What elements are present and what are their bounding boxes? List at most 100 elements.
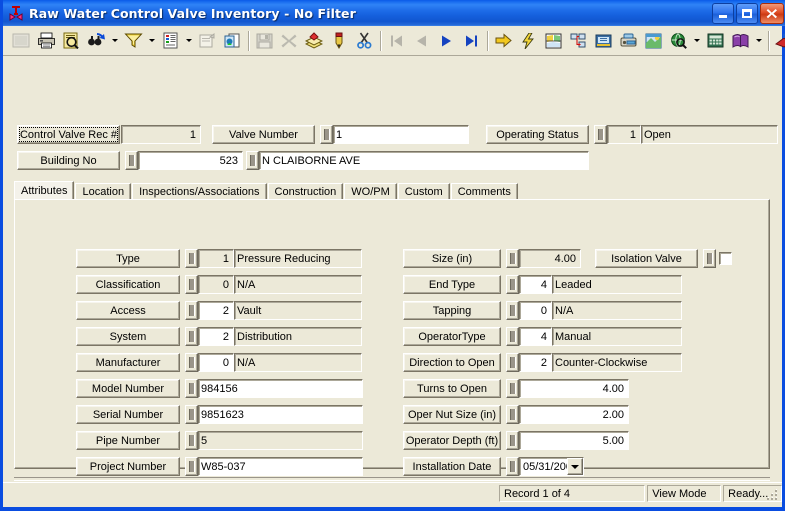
isolation-valve-checkbox[interactable]: [719, 252, 732, 265]
stack-icon[interactable]: [302, 29, 326, 52]
filter-dropdown-arrow[interactable]: [146, 29, 157, 52]
tree-icon[interactable]: [566, 29, 590, 52]
control-valve-rec-label[interactable]: Control Valve Rec #: [17, 125, 120, 144]
operating-status-code[interactable]: 1: [607, 125, 641, 144]
end-type-label[interactable]: End Type: [403, 275, 501, 294]
building-no-label[interactable]: Building No: [17, 151, 120, 170]
tab-custom[interactable]: Custom: [397, 183, 450, 200]
map-icon[interactable]: [541, 29, 565, 52]
oper-nut-size-lookup-button[interactable]: [506, 405, 519, 424]
end-type-code[interactable]: 4: [519, 275, 552, 294]
minimize-button[interactable]: [712, 2, 734, 24]
serial-number-value[interactable]: 9851623: [198, 405, 363, 424]
installation-date-label[interactable]: Installation Date: [403, 457, 501, 476]
street-name-value[interactable]: N CLAIBORNE AVE: [259, 151, 589, 170]
previous-record-icon[interactable]: [409, 29, 433, 52]
valve-number-label[interactable]: Valve Number: [212, 125, 315, 144]
model-number-label[interactable]: Model Number: [76, 379, 180, 398]
system-code[interactable]: 2: [198, 327, 234, 346]
access-label[interactable]: Access: [76, 301, 180, 320]
size-lookup-button[interactable]: [506, 249, 519, 268]
pipe-number-lookup-button[interactable]: [185, 431, 198, 450]
new-record-icon[interactable]: [9, 29, 33, 52]
globe-search-icon[interactable]: [666, 29, 690, 52]
oper-nut-size-value[interactable]: 2.00: [519, 405, 629, 424]
size-label[interactable]: Size (in): [403, 249, 501, 268]
resize-grip[interactable]: [765, 488, 779, 502]
edit-pencil-icon[interactable]: [327, 29, 351, 52]
project-number-lookup-button[interactable]: [185, 457, 198, 476]
find-dropdown-arrow[interactable]: [109, 29, 120, 52]
report-dropdown-arrow[interactable]: [183, 29, 194, 52]
turns-to-open-lookup-button[interactable]: [506, 379, 519, 398]
operator-type-lookup-button[interactable]: [506, 327, 519, 346]
print-icon[interactable]: [34, 29, 58, 52]
project-number-value[interactable]: W85-037: [198, 457, 363, 476]
access-code[interactable]: 2: [198, 301, 234, 320]
type-code[interactable]: 1: [198, 249, 234, 268]
book-icon[interactable]: [728, 29, 752, 52]
operator-depth-value[interactable]: 5.00: [519, 431, 629, 450]
tapping-lookup-button[interactable]: [506, 301, 519, 320]
access-lookup-button[interactable]: [185, 301, 198, 320]
lightning-icon[interactable]: [516, 29, 540, 52]
turns-to-open-label[interactable]: Turns to Open: [403, 379, 501, 398]
valve-number-value[interactable]: 1: [333, 125, 469, 144]
copy-record-icon[interactable]: [220, 29, 244, 52]
type-lookup-button[interactable]: [185, 249, 198, 268]
operating-status-lookup-button[interactable]: [594, 125, 607, 144]
tapping-label[interactable]: Tapping: [403, 301, 501, 320]
system-lookup-button[interactable]: [185, 327, 198, 346]
workorder-icon[interactable]: [591, 29, 615, 52]
manufacturer-code[interactable]: 0: [198, 353, 234, 372]
type-label[interactable]: Type: [76, 249, 180, 268]
operator-type-label[interactable]: OperatorType: [403, 327, 501, 346]
tab-location[interactable]: Location: [75, 183, 132, 200]
report-icon[interactable]: [158, 29, 182, 52]
print-preview-icon[interactable]: [59, 29, 83, 52]
properties-icon[interactable]: [195, 29, 219, 52]
end-type-lookup-button[interactable]: [506, 275, 519, 294]
title-bar[interactable]: Raw Water Control Valve Inventory - No F…: [3, 0, 785, 26]
isolation-valve-lookup-button[interactable]: [703, 249, 716, 268]
classification-code[interactable]: 0: [198, 275, 234, 294]
calculator-icon[interactable]: [703, 29, 727, 52]
system-label[interactable]: System: [76, 327, 180, 346]
street-name-lookup-button[interactable]: [246, 151, 259, 170]
maximize-button[interactable]: [736, 2, 758, 24]
serial-number-lookup-button[interactable]: [185, 405, 198, 424]
goto-icon[interactable]: [491, 29, 515, 52]
operating-status-label[interactable]: Operating Status: [486, 125, 589, 144]
project-number-label[interactable]: Project Number: [76, 457, 180, 476]
operator-depth-label[interactable]: Operator Depth (ft): [403, 431, 501, 450]
pipe-number-label[interactable]: Pipe Number: [76, 431, 180, 450]
find-icon[interactable]: [84, 29, 108, 52]
next-record-icon[interactable]: [434, 29, 458, 52]
isolation-valve-label[interactable]: Isolation Valve: [595, 249, 698, 268]
model-number-value[interactable]: 984156: [198, 379, 363, 398]
building-no-lookup-button[interactable]: [125, 151, 138, 170]
operator-depth-lookup-button[interactable]: [506, 431, 519, 450]
manufacturer-lookup-button[interactable]: [185, 353, 198, 372]
save-icon[interactable]: [252, 29, 276, 52]
installation-date-lookup-button[interactable]: [506, 457, 519, 476]
tab-construction[interactable]: Construction: [267, 183, 344, 200]
exit-icon[interactable]: [772, 29, 785, 52]
serial-number-label[interactable]: Serial Number: [76, 405, 180, 424]
control-valve-rec-value[interactable]: 1: [121, 125, 201, 144]
last-record-icon[interactable]: [459, 29, 483, 52]
tapping-code[interactable]: 0: [519, 301, 552, 320]
turns-to-open-value[interactable]: 4.00: [519, 379, 629, 398]
gis-icon[interactable]: [641, 29, 665, 52]
tab-comments[interactable]: Comments: [450, 183, 518, 200]
operator-type-code[interactable]: 4: [519, 327, 552, 346]
book-dropdown-arrow[interactable]: [753, 29, 764, 52]
delete-icon[interactable]: [277, 29, 301, 52]
manufacturer-label[interactable]: Manufacturer: [76, 353, 180, 372]
phone-icon[interactable]: [616, 29, 640, 52]
oper-nut-size-label[interactable]: Oper Nut Size (in): [403, 405, 501, 424]
close-button[interactable]: [760, 2, 784, 24]
first-record-icon[interactable]: [384, 29, 408, 52]
filter-icon[interactable]: [121, 29, 145, 52]
tab-inspections-associations[interactable]: Inspections/Associations: [132, 183, 267, 200]
